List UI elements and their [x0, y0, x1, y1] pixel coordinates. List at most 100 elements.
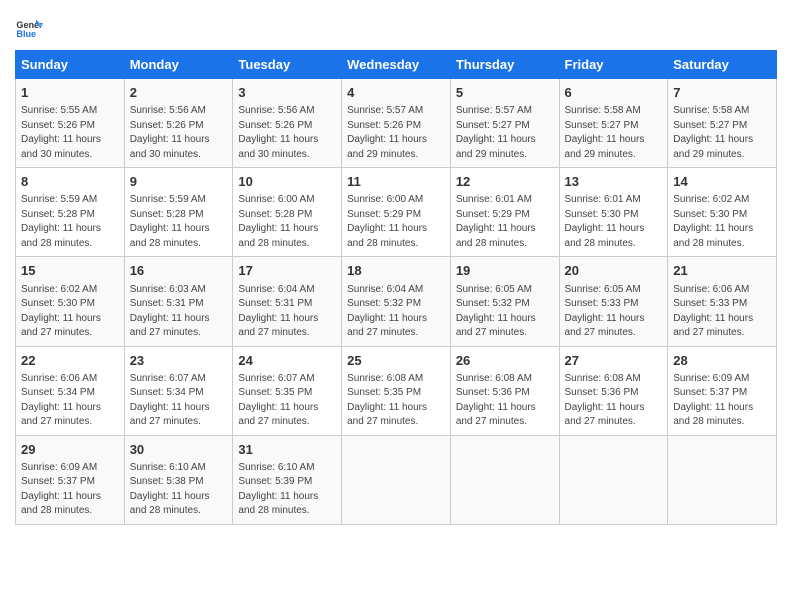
calendar-cell: 9Sunrise: 5:59 AM Sunset: 5:28 PM Daylig… [124, 168, 233, 257]
calendar-week-row: 22Sunrise: 6:06 AM Sunset: 5:34 PM Dayli… [16, 346, 777, 435]
day-number: 2 [130, 84, 228, 102]
calendar-cell: 3 Sunrise: 5:56 AM Sunset: 5:26 PM Daylig… [233, 79, 342, 168]
page-header: General Blue [15, 10, 777, 42]
day-number: 14 [673, 173, 771, 191]
day-info: Sunrise: 6:09 AM Sunset: 5:37 PM Dayligh… [673, 372, 771, 430]
day-info: Sunrise: 5:57 AM Sunset: 5:27 PM Dayligh… [456, 104, 554, 162]
calendar-cell: 8 Sunrise: 5:59 AM Sunset: 5:28 PM Daylig… [16, 168, 125, 257]
calendar-cell: 22Sunrise: 6:06 AM Sunset: 5:34 PM Dayli… [16, 346, 125, 435]
day-info: Sunrise: 6:07 AM Sunset: 5:35 PM Dayligh… [238, 372, 336, 430]
calendar-cell: 30 Sunrise: 6:10 AM Sunset: 5:38 PM Dayli… [124, 435, 233, 524]
day-info: Sunrise: 6:04 AM Sunset: 5:31 PM Dayligh… [238, 283, 336, 341]
day-number: 8 [21, 173, 119, 191]
day-number: 10 [238, 173, 336, 191]
day-number: 7 [673, 84, 771, 102]
calendar-cell: 17 Sunrise: 6:04 AM Sunset: 5:31 PM Dayli… [233, 257, 342, 346]
calendar-cell [559, 435, 668, 524]
calendar-week-row: 15Sunrise: 6:02 AM Sunset: 5:30 PM Dayli… [16, 257, 777, 346]
day-number: 5 [456, 84, 554, 102]
day-header-tuesday: Tuesday [233, 51, 342, 79]
day-header-sunday: Sunday [16, 51, 125, 79]
day-info: Sunrise: 6:08 AM Sunset: 5:36 PM Dayligh… [456, 372, 554, 430]
day-info: Sunrise: 6:00 AM Sunset: 5:28 PM Dayligh… [238, 193, 336, 251]
day-info: Sunrise: 5:58 AM Sunset: 5:27 PM Dayligh… [565, 104, 663, 162]
day-number: 25 [347, 352, 445, 370]
day-info: Sunrise: 5:59 AM Sunset: 5:28 PM Dayligh… [21, 193, 119, 251]
calendar-cell: 16Sunrise: 6:03 AM Sunset: 5:31 PM Dayli… [124, 257, 233, 346]
calendar-cell: 10 Sunrise: 6:00 AM Sunset: 5:28 PM Dayli… [233, 168, 342, 257]
logo: General Blue [15, 14, 47, 42]
day-info: Sunrise: 5:58 AM Sunset: 5:27 PM Dayligh… [673, 104, 771, 162]
day-number: 1 [21, 84, 119, 102]
day-header-wednesday: Wednesday [342, 51, 451, 79]
day-number: 15 [21, 262, 119, 280]
day-number: 18 [347, 262, 445, 280]
calendar-cell: 4 Sunrise: 5:57 AM Sunset: 5:26 PM Daylig… [342, 79, 451, 168]
day-number: 26 [456, 352, 554, 370]
day-number: 17 [238, 262, 336, 280]
day-number: 4 [347, 84, 445, 102]
day-info: Sunrise: 5:55 AM Sunset: 5:26 PM Dayligh… [21, 104, 119, 162]
day-number: 6 [565, 84, 663, 102]
day-info: Sunrise: 6:04 AM Sunset: 5:32 PM Dayligh… [347, 283, 445, 341]
day-number: 19 [456, 262, 554, 280]
day-info: Sunrise: 6:09 AM Sunset: 5:37 PM Dayligh… [21, 461, 119, 519]
day-info: Sunrise: 6:10 AM Sunset: 5:39 PM Dayligh… [238, 461, 336, 519]
day-info: Sunrise: 6:10 AM Sunset: 5:38 PM Dayligh… [130, 461, 228, 519]
day-number: 21 [673, 262, 771, 280]
calendar-cell: 23Sunrise: 6:07 AM Sunset: 5:34 PM Dayli… [124, 346, 233, 435]
day-info: Sunrise: 6:02 AM Sunset: 5:30 PM Dayligh… [673, 193, 771, 251]
day-info: Sunrise: 5:57 AM Sunset: 5:26 PM Dayligh… [347, 104, 445, 162]
calendar-cell: 31 Sunrise: 6:10 AM Sunset: 5:39 PM Dayli… [233, 435, 342, 524]
calendar-cell: 29 Sunrise: 6:09 AM Sunset: 5:37 PM Dayli… [16, 435, 125, 524]
day-header-thursday: Thursday [450, 51, 559, 79]
day-header-monday: Monday [124, 51, 233, 79]
calendar-cell: 6 Sunrise: 5:58 AM Sunset: 5:27 PM Daylig… [559, 79, 668, 168]
day-info: Sunrise: 6:08 AM Sunset: 5:35 PM Dayligh… [347, 372, 445, 430]
day-number: 12 [456, 173, 554, 191]
day-info: Sunrise: 5:56 AM Sunset: 5:26 PM Dayligh… [238, 104, 336, 162]
day-number: 27 [565, 352, 663, 370]
calendar-cell: 2 Sunrise: 5:56 AM Sunset: 5:26 PM Daylig… [124, 79, 233, 168]
calendar-cell: 5 Sunrise: 5:57 AM Sunset: 5:27 PM Daylig… [450, 79, 559, 168]
calendar-cell: 25 Sunrise: 6:08 AM Sunset: 5:35 PM Dayli… [342, 346, 451, 435]
day-number: 11 [347, 173, 445, 191]
day-header-saturday: Saturday [668, 51, 777, 79]
calendar-body: 1 Sunrise: 5:55 AM Sunset: 5:26 PM Daylig… [16, 79, 777, 525]
calendar-cell: 15Sunrise: 6:02 AM Sunset: 5:30 PM Dayli… [16, 257, 125, 346]
day-number: 29 [21, 441, 119, 459]
day-info: Sunrise: 6:05 AM Sunset: 5:33 PM Dayligh… [565, 283, 663, 341]
calendar-cell: 19 Sunrise: 6:05 AM Sunset: 5:32 PM Dayli… [450, 257, 559, 346]
day-number: 22 [21, 352, 119, 370]
calendar-week-row: 29 Sunrise: 6:09 AM Sunset: 5:37 PM Dayli… [16, 435, 777, 524]
logo-icon: General Blue [15, 14, 43, 42]
day-number: 30 [130, 441, 228, 459]
calendar-cell: 24 Sunrise: 6:07 AM Sunset: 5:35 PM Dayli… [233, 346, 342, 435]
day-number: 28 [673, 352, 771, 370]
calendar-cell [342, 435, 451, 524]
day-info: Sunrise: 6:00 AM Sunset: 5:29 PM Dayligh… [347, 193, 445, 251]
day-number: 20 [565, 262, 663, 280]
day-info: Sunrise: 6:01 AM Sunset: 5:30 PM Dayligh… [565, 193, 663, 251]
calendar-cell: 20 Sunrise: 6:05 AM Sunset: 5:33 PM Dayli… [559, 257, 668, 346]
day-number: 24 [238, 352, 336, 370]
day-number: 31 [238, 441, 336, 459]
day-info: Sunrise: 5:59 AM Sunset: 5:28 PM Dayligh… [130, 193, 228, 251]
calendar-table: SundayMondayTuesdayWednesdayThursdayFrid… [15, 50, 777, 525]
calendar-cell: 27Sunrise: 6:08 AM Sunset: 5:36 PM Dayli… [559, 346, 668, 435]
day-info: Sunrise: 5:56 AM Sunset: 5:26 PM Dayligh… [130, 104, 228, 162]
day-info: Sunrise: 6:05 AM Sunset: 5:32 PM Dayligh… [456, 283, 554, 341]
calendar-week-row: 8 Sunrise: 5:59 AM Sunset: 5:28 PM Daylig… [16, 168, 777, 257]
calendar-cell: 14 Sunrise: 6:02 AM Sunset: 5:30 PM Dayli… [668, 168, 777, 257]
day-info: Sunrise: 6:06 AM Sunset: 5:33 PM Dayligh… [673, 283, 771, 341]
calendar-cell [450, 435, 559, 524]
day-number: 23 [130, 352, 228, 370]
svg-text:Blue: Blue [16, 29, 36, 39]
day-info: Sunrise: 6:03 AM Sunset: 5:31 PM Dayligh… [130, 283, 228, 341]
day-number: 3 [238, 84, 336, 102]
calendar-cell: 1 Sunrise: 5:55 AM Sunset: 5:26 PM Daylig… [16, 79, 125, 168]
calendar-cell: 11 Sunrise: 6:00 AM Sunset: 5:29 PM Dayli… [342, 168, 451, 257]
calendar-cell: 18 Sunrise: 6:04 AM Sunset: 5:32 PM Dayli… [342, 257, 451, 346]
calendar-week-row: 1 Sunrise: 5:55 AM Sunset: 5:26 PM Daylig… [16, 79, 777, 168]
day-number: 13 [565, 173, 663, 191]
